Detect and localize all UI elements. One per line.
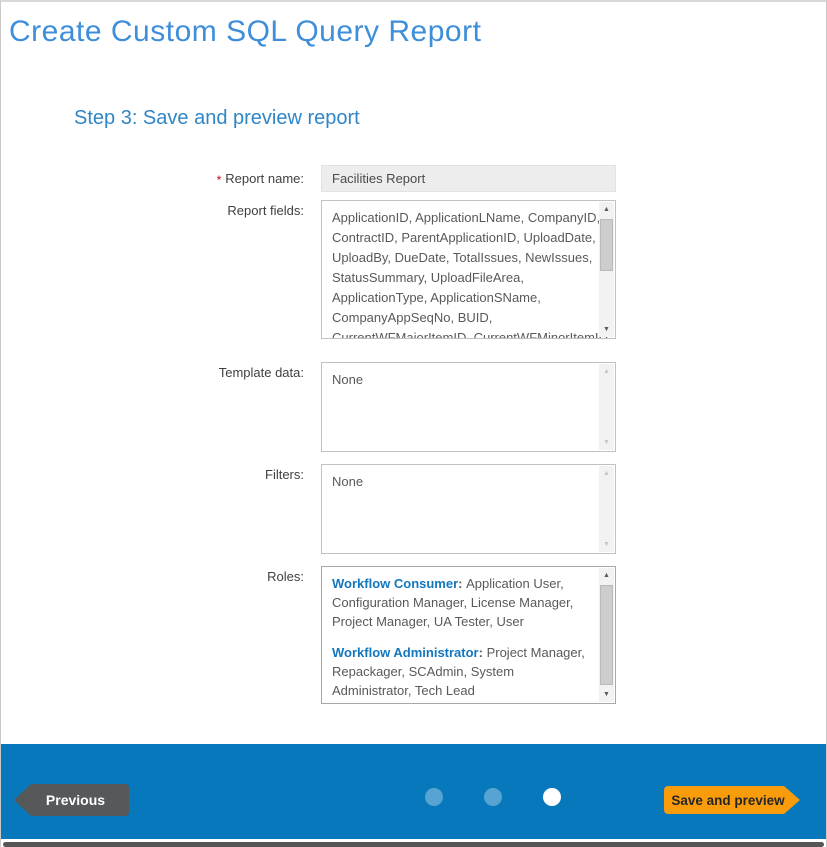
wizard-footer: Previous Save and preview — [1, 744, 826, 839]
report-name-label-cell: * Report name: — [1, 165, 304, 192]
wizard-step-dot-2 — [484, 788, 502, 806]
report-fields-label-cell: Report fields: — [1, 200, 304, 339]
filters-row: Filters: None ▲ ▼ — [1, 464, 641, 554]
filters-label-cell: Filters: — [1, 464, 304, 554]
scrollbar-thumb[interactable] — [600, 219, 613, 271]
previous-button[interactable]: Previous — [14, 784, 129, 816]
page-bottom-edge — [3, 842, 824, 847]
role-group-name: Workflow Administrator — [332, 645, 487, 660]
filters-scrollbar: ▲ ▼ — [599, 466, 614, 552]
page-title: Create Custom SQL Query Report — [9, 12, 481, 52]
report-name-input[interactable] — [321, 165, 616, 192]
role-group-name: Workflow Consumer — [332, 576, 466, 591]
scrollbar-track — [599, 481, 614, 537]
wizard-step-dot-1 — [425, 788, 443, 806]
scroll-up-icon: ▲ — [599, 466, 614, 481]
role-group: Workflow ConsumerApplication User, Confi… — [332, 574, 591, 631]
report-form: * Report name: Report fields: Applicatio… — [1, 165, 641, 704]
template-data-label: Template data: — [219, 365, 304, 380]
template-data-value: None — [322, 363, 615, 390]
template-data-box: None ▲ ▼ — [321, 362, 616, 452]
template-data-scrollbar: ▲ ▼ — [599, 364, 614, 450]
report-fields-row: Report fields: ApplicationID, Applicatio… — [1, 200, 641, 339]
step-heading: Step 3: Save and preview report — [74, 105, 360, 131]
scrollbar-track — [599, 379, 614, 435]
template-data-label-cell: Template data: — [1, 362, 304, 452]
report-fields-box: ApplicationID, ApplicationLName, Company… — [321, 200, 616, 339]
report-fields-list: ApplicationID, ApplicationLName, Company… — [322, 201, 615, 339]
roles-list: Workflow ConsumerApplication User, Confi… — [322, 567, 615, 700]
report-name-row: * Report name: — [1, 165, 641, 192]
roles-box: Workflow ConsumerApplication User, Confi… — [321, 566, 616, 704]
wizard-step-dots — [425, 788, 561, 806]
report-fields-line: UploadBy, DueDate, TotalIssues, NewIssue… — [332, 248, 591, 268]
wizard-page: Create Custom SQL Query Report Step 3: S… — [0, 0, 827, 847]
report-fields-line: StatusSummary, UploadFileArea, — [332, 268, 591, 288]
roles-label-cell: Roles: — [1, 566, 304, 704]
filters-box: None ▲ ▼ — [321, 464, 616, 554]
report-fields-line: ApplicationID, ApplicationLName, Company… — [332, 208, 591, 228]
save-and-preview-button[interactable]: Save and preview — [664, 786, 800, 814]
scroll-down-icon[interactable]: ▼ — [599, 322, 614, 337]
role-group: Workflow AdministratorProject Manager, R… — [332, 643, 591, 700]
scroll-up-icon[interactable]: ▲ — [599, 568, 614, 583]
scroll-down-icon: ▼ — [599, 537, 614, 552]
scrollbar-thumb[interactable] — [600, 585, 613, 685]
report-fields-label: Report fields: — [227, 203, 304, 218]
template-data-row: Template data: None ▲ ▼ — [1, 362, 641, 452]
required-marker: * — [217, 171, 222, 187]
filters-label: Filters: — [265, 467, 304, 482]
wizard-step-dot-3 — [543, 788, 561, 806]
report-fields-line: ApplicationType, ApplicationSName, — [332, 288, 591, 308]
report-name-label: Report name: — [225, 171, 304, 186]
roles-row: Roles: Workflow ConsumerApplication User… — [1, 566, 641, 704]
roles-label: Roles: — [267, 569, 304, 584]
scroll-down-icon: ▼ — [599, 435, 614, 450]
report-fields-scrollbar[interactable]: ▲ ▼ — [599, 202, 614, 337]
scroll-down-icon[interactable]: ▼ — [599, 687, 614, 702]
report-fields-line: CompanyAppSeqNo, BUID, — [332, 308, 591, 328]
scrollbar-track[interactable] — [599, 217, 614, 322]
scrollbar-track[interactable] — [599, 583, 614, 687]
roles-scrollbar[interactable]: ▲ ▼ — [599, 568, 614, 702]
report-fields-line: CurrentWFMajorItemID, CurrentWFMinorItem… — [332, 328, 591, 339]
scroll-up-icon: ▲ — [599, 364, 614, 379]
scroll-up-icon[interactable]: ▲ — [599, 202, 614, 217]
report-fields-line: ContractID, ParentApplicationID, UploadD… — [332, 228, 591, 248]
filters-value: None — [322, 465, 615, 492]
